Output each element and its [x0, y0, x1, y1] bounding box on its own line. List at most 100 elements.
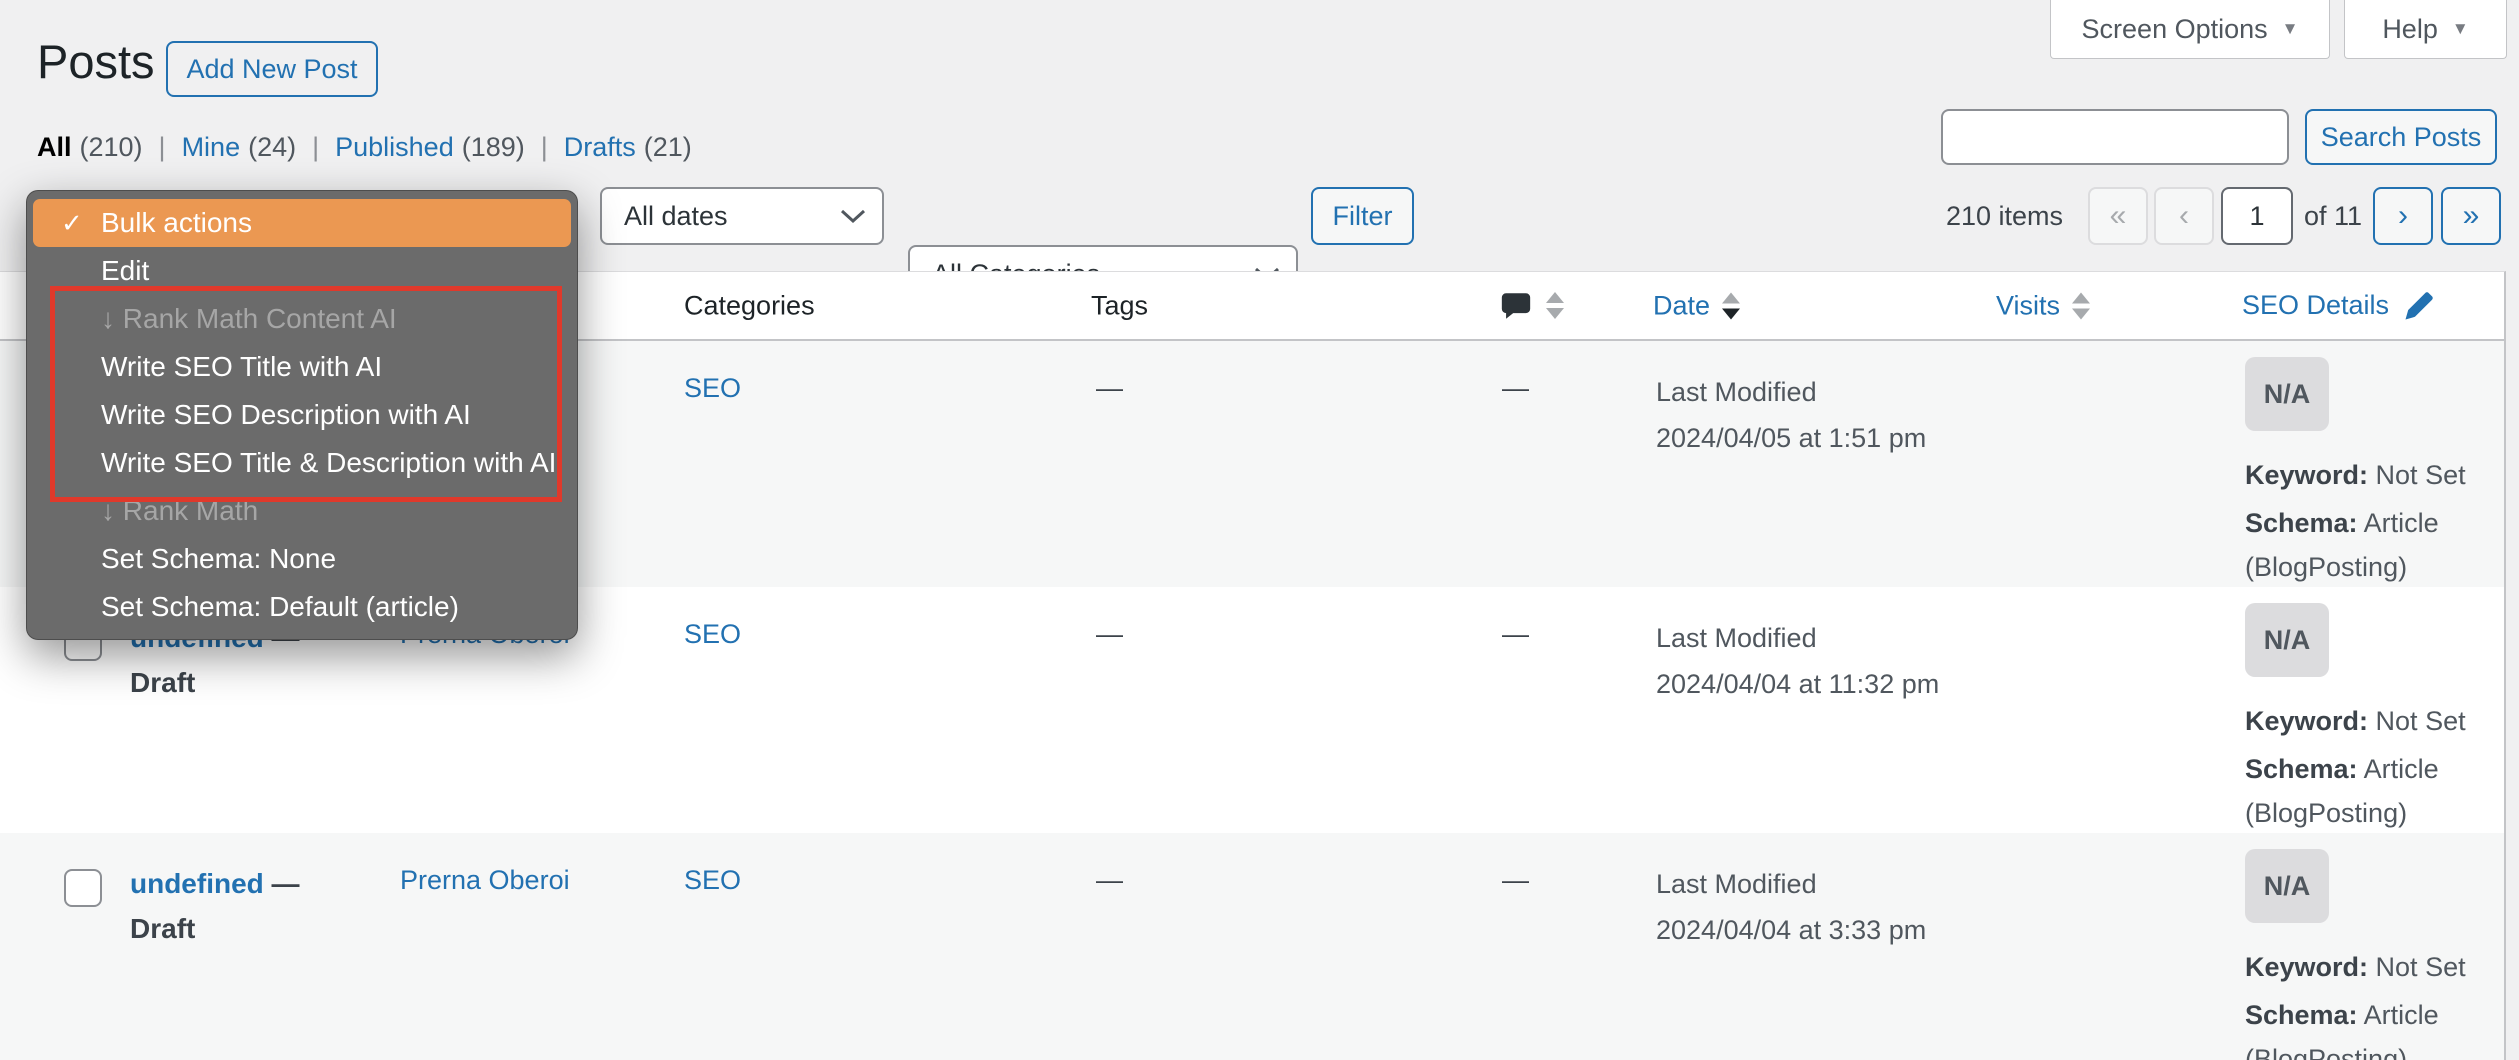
- search-input[interactable]: [1941, 109, 2289, 165]
- view-drafts-link[interactable]: Drafts (21): [564, 132, 692, 163]
- keyword-value: Not Set: [2375, 952, 2466, 982]
- items-count: 210 items: [1945, 201, 2063, 231]
- filter-button[interactable]: Filter: [1311, 187, 1414, 245]
- dropdown-item-write-seo-title[interactable]: Write SEO Title with AI: [27, 343, 577, 391]
- modified-label: Last Modified: [1656, 869, 1817, 899]
- dropdown-item-set-schema-none[interactable]: Set Schema: None: [27, 535, 577, 583]
- pencil-icon: [2405, 291, 2433, 319]
- category-link[interactable]: SEO: [684, 373, 741, 404]
- keyword-label: Keyword:: [2245, 706, 2369, 736]
- column-header-categories: Categories: [684, 290, 815, 320]
- date-cell: Last Modified 2024/04/05 at 1:51 pm: [1656, 369, 1926, 461]
- seo-details-cell: N/A Keyword: Not Set Schema: Article (Bl…: [2245, 603, 2519, 835]
- add-new-post-button[interactable]: Add New Post: [166, 41, 378, 97]
- seo-details-cell: N/A Keyword: Not Set Schema: Article (Bl…: [2245, 357, 2519, 589]
- schema-label: Schema:: [2245, 1000, 2358, 1030]
- view-all-label: All: [37, 132, 72, 162]
- dropdown-item-write-seo-description[interactable]: Write SEO Description with AI: [27, 391, 577, 439]
- first-page-button: «: [2088, 187, 2148, 245]
- chevron-down-icon: ▼: [2281, 19, 2299, 38]
- post-status: Draft: [130, 667, 196, 698]
- column-header-visits[interactable]: Visits: [1996, 290, 2091, 321]
- next-page-button[interactable]: ›: [2373, 187, 2433, 245]
- post-status: Draft: [130, 913, 196, 944]
- keyword-line: Keyword: Not Set: [2245, 453, 2519, 497]
- comment-icon: [1501, 292, 1531, 319]
- separator: |: [540, 132, 548, 162]
- dropdown-item-write-seo-title-description[interactable]: Write SEO Title & Description with AI: [27, 439, 577, 487]
- keyword-label: Keyword:: [2245, 952, 2369, 982]
- post-title-link[interactable]: undefined: [130, 868, 264, 899]
- view-published-label: Published: [335, 132, 454, 162]
- category-link[interactable]: SEO: [684, 619, 741, 650]
- sort-arrows-icon: [1546, 292, 1564, 319]
- view-drafts-count: (21): [643, 132, 692, 162]
- schema-line: Schema: Article (BlogPosting): [2245, 747, 2519, 835]
- view-mine-label: Mine: [181, 132, 241, 162]
- schema-label: Schema:: [2245, 754, 2358, 784]
- dropdown-item-set-schema-default[interactable]: Set Schema: Default (article): [27, 583, 577, 631]
- view-filter-links: All (210) | Mine (24) | Published (189) | D…: [37, 132, 692, 163]
- dates-filter-select[interactable]: All dates: [600, 187, 884, 245]
- column-header-comments[interactable]: [1498, 289, 1564, 323]
- separator: |: [158, 132, 166, 162]
- sort-arrows-icon: [2072, 292, 2091, 319]
- total-pages-label: of 11: [2303, 201, 2363, 231]
- seo-score-badge: N/A: [2245, 603, 2329, 677]
- schema-label: Schema:: [2245, 508, 2358, 538]
- check-icon: ✓: [61, 208, 83, 238]
- comments-value: —: [1502, 865, 1529, 895]
- dropdown-item-rank-math: ↓ Rank Math: [101, 495, 259, 526]
- bulk-actions-dropdown: ✓ Bulk actions Edit ↓ Rank Math Content …: [26, 190, 578, 640]
- prev-page-button: ‹: [2154, 187, 2214, 245]
- keyword-label: Keyword:: [2245, 460, 2369, 490]
- keyword-line: Keyword: Not Set: [2245, 699, 2519, 743]
- date-header-label: Date: [1653, 290, 1711, 320]
- dates-filter-value: All dates: [624, 200, 728, 231]
- modified-date: 2024/04/04 at 3:33 pm: [1656, 915, 1927, 945]
- tags-value: —: [1096, 619, 1123, 649]
- page-title: Posts: [37, 35, 155, 88]
- chevron-down-icon: [840, 209, 866, 224]
- row-select-checkbox[interactable]: [64, 869, 102, 907]
- view-all-link[interactable]: All (210): [37, 132, 143, 163]
- view-published-count: (189): [461, 132, 525, 162]
- view-mine-link[interactable]: Mine (24): [182, 132, 297, 163]
- schema-line: Schema: Article (BlogPosting): [2245, 501, 2519, 589]
- keyword-value: Not Set: [2375, 706, 2466, 736]
- modified-date: 2024/04/04 at 11:32 pm: [1656, 669, 1940, 699]
- sort-arrows-icon: [1722, 292, 1741, 319]
- screen-options-tab[interactable]: Screen Options ▼: [2050, 0, 2330, 59]
- column-header-date[interactable]: Date: [1653, 290, 1741, 321]
- tags-value: —: [1096, 373, 1123, 403]
- seo-details-cell: N/A Keyword: Not Set Schema: Article (Bl…: [2245, 849, 2519, 1060]
- dropdown-item-label: Bulk actions: [101, 207, 252, 238]
- column-header-seo-details[interactable]: SEO Details: [2242, 288, 2437, 324]
- view-published-link[interactable]: Published (189): [335, 132, 525, 163]
- seo-score-badge: N/A: [2245, 849, 2329, 923]
- column-header-tags: Tags: [1091, 290, 1149, 320]
- dropdown-item-rank-math-content-ai: ↓ Rank Math Content AI: [101, 303, 397, 334]
- keyword-value: Not Set: [2375, 460, 2466, 490]
- comments-value: —: [1502, 373, 1529, 403]
- date-cell: Last Modified 2024/04/04 at 3:33 pm: [1656, 861, 1926, 953]
- help-label: Help: [2382, 13, 2438, 44]
- search-posts-button[interactable]: Search Posts: [2305, 109, 2497, 165]
- category-link[interactable]: SEO: [684, 865, 741, 896]
- view-all-count: (210): [79, 132, 143, 162]
- dropdown-item-edit[interactable]: Edit: [27, 247, 577, 295]
- help-tab[interactable]: Help ▼: [2344, 0, 2507, 59]
- modified-label: Last Modified: [1656, 623, 1817, 653]
- screen-options-label: Screen Options: [2081, 13, 2268, 44]
- seo-details-header-label: SEO Details: [2242, 290, 2390, 320]
- modified-date: 2024/04/05 at 1:51 pm: [1656, 423, 1927, 453]
- post-title-cell: undefined — Draft: [130, 861, 300, 951]
- author-link[interactable]: Prerna Oberoi: [400, 865, 570, 896]
- last-page-button[interactable]: »: [2441, 187, 2501, 245]
- chevron-down-icon: ▼: [2451, 19, 2469, 38]
- dropdown-item-bulk-actions[interactable]: ✓ Bulk actions: [33, 199, 571, 247]
- current-page-input[interactable]: [2221, 187, 2293, 245]
- seo-score-badge: N/A: [2245, 357, 2329, 431]
- date-cell: Last Modified 2024/04/04 at 11:32 pm: [1656, 615, 1939, 707]
- title-dash: —: [271, 868, 300, 899]
